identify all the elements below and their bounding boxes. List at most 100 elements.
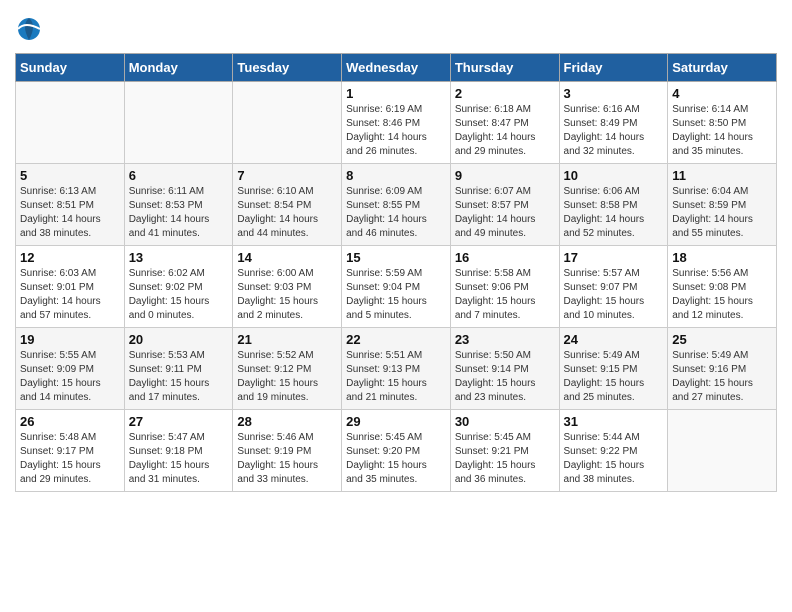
empty-cell: [668, 410, 777, 492]
day-cell-27: 27 Sunrise: 5:47 AM Sunset: 9:18 PM Dayli…: [124, 410, 233, 492]
logo-icon: [15, 15, 43, 43]
day-info: Sunrise: 5:53 AM Sunset: 9:11 PM Dayligh…: [129, 349, 229, 405]
day-cell-23: 23 Sunrise: 5:50 AM Sunset: 9:14 PM Dayli…: [450, 328, 559, 410]
day-cell-14: 14 Sunrise: 6:00 AM Sunset: 9:03 PM Dayli…: [233, 246, 342, 328]
day-number: 29: [346, 414, 446, 429]
day-number: 18: [672, 250, 772, 265]
day-number: 14: [237, 250, 337, 265]
empty-cell: [124, 82, 233, 164]
day-info: Sunrise: 6:09 AM Sunset: 8:55 PM Dayligh…: [346, 185, 446, 241]
day-info: Sunrise: 5:44 AM Sunset: 9:22 PM Dayligh…: [564, 431, 664, 487]
day-cell-5: 5 Sunrise: 6:13 AM Sunset: 8:51 PM Daylig…: [16, 164, 125, 246]
empty-cell: [16, 82, 125, 164]
day-number: 13: [129, 250, 229, 265]
day-info: Sunrise: 6:16 AM Sunset: 8:49 PM Dayligh…: [564, 103, 664, 159]
week-row-4: 19 Sunrise: 5:55 AM Sunset: 9:09 PM Dayli…: [16, 328, 777, 410]
day-info: Sunrise: 6:04 AM Sunset: 8:59 PM Dayligh…: [672, 185, 772, 241]
day-number: 10: [564, 168, 664, 183]
day-number: 21: [237, 332, 337, 347]
day-number: 19: [20, 332, 120, 347]
day-cell-24: 24Sunrise: 5:49 AM Sunset: 9:15 PM Dayli…: [559, 328, 668, 410]
day-info: Sunrise: 6:10 AM Sunset: 8:54 PM Dayligh…: [237, 185, 337, 241]
day-info: Sunrise: 6:03 AM Sunset: 9:01 PM Dayligh…: [20, 267, 120, 323]
weekday-header-sunday: Sunday: [16, 54, 125, 82]
day-cell-12: 12 Sunrise: 6:03 AM Sunset: 9:01 PM Dayli…: [16, 246, 125, 328]
day-cell-1: 1 Sunrise: 6:19 AM Sunset: 8:46 PM Daylig…: [342, 82, 451, 164]
day-number: 28: [237, 414, 337, 429]
day-info: Sunrise: 5:46 AM Sunset: 9:19 PM Dayligh…: [237, 431, 337, 487]
day-number: 27: [129, 414, 229, 429]
weekday-header-tuesday: Tuesday: [233, 54, 342, 82]
day-cell-21: 21 Sunrise: 5:52 AM Sunset: 9:12 PM Dayli…: [233, 328, 342, 410]
week-row-3: 12 Sunrise: 6:03 AM Sunset: 9:01 PM Dayli…: [16, 246, 777, 328]
day-cell-7: 7Sunrise: 6:10 AM Sunset: 8:54 PM Daylig…: [233, 164, 342, 246]
day-info: Sunrise: 5:58 AM Sunset: 9:06 PM Dayligh…: [455, 267, 555, 323]
day-number: 15: [346, 250, 446, 265]
day-cell-2: 2 Sunrise: 6:18 AM Sunset: 8:47 PM Daylig…: [450, 82, 559, 164]
day-info: Sunrise: 6:02 AM Sunset: 9:02 PM Dayligh…: [129, 267, 229, 323]
day-info: Sunrise: 6:11 AM Sunset: 8:53 PM Dayligh…: [129, 185, 229, 241]
day-number: 31: [564, 414, 664, 429]
day-number: 12: [20, 250, 120, 265]
day-info: Sunrise: 5:55 AM Sunset: 9:09 PM Dayligh…: [20, 349, 120, 405]
day-number: 1: [346, 86, 446, 101]
day-info: Sunrise: 5:52 AM Sunset: 9:12 PM Dayligh…: [237, 349, 337, 405]
day-info: Sunrise: 6:19 AM Sunset: 8:46 PM Dayligh…: [346, 103, 446, 159]
day-cell-16: 16 Sunrise: 5:58 AM Sunset: 9:06 PM Dayli…: [450, 246, 559, 328]
day-number: 9: [455, 168, 555, 183]
day-number: 23: [455, 332, 555, 347]
day-info: Sunrise: 5:47 AM Sunset: 9:18 PM Dayligh…: [129, 431, 229, 487]
day-number: 30: [455, 414, 555, 429]
day-cell-29: 29 Sunrise: 5:45 AM Sunset: 9:20 PM Dayli…: [342, 410, 451, 492]
day-cell-6: 6 Sunrise: 6:11 AM Sunset: 8:53 PM Daylig…: [124, 164, 233, 246]
day-number: 3: [564, 86, 664, 101]
weekday-header-friday: Friday: [559, 54, 668, 82]
day-info: Sunrise: 6:13 AM Sunset: 8:51 PM Dayligh…: [20, 185, 120, 241]
day-number: 11: [672, 168, 772, 183]
day-info: Sunrise: 5:56 AM Sunset: 9:08 PM Dayligh…: [672, 267, 772, 323]
day-cell-13: 13 Sunrise: 6:02 AM Sunset: 9:02 PM Dayli…: [124, 246, 233, 328]
day-number: 20: [129, 332, 229, 347]
day-cell-28: 28 Sunrise: 5:46 AM Sunset: 9:19 PM Dayli…: [233, 410, 342, 492]
week-row-5: 26 Sunrise: 5:48 AM Sunset: 9:17 PM Dayli…: [16, 410, 777, 492]
day-info: Sunrise: 6:18 AM Sunset: 8:47 PM Dayligh…: [455, 103, 555, 159]
day-number: 5: [20, 168, 120, 183]
day-number: 6: [129, 168, 229, 183]
day-info: Sunrise: 5:45 AM Sunset: 9:21 PM Dayligh…: [455, 431, 555, 487]
day-cell-11: 11 Sunrise: 6:04 AM Sunset: 8:59 PM Dayli…: [668, 164, 777, 246]
day-cell-4: 4Sunrise: 6:14 AM Sunset: 8:50 PM Daylig…: [668, 82, 777, 164]
day-cell-20: 20 Sunrise: 5:53 AM Sunset: 9:11 PM Dayli…: [124, 328, 233, 410]
day-info: Sunrise: 5:48 AM Sunset: 9:17 PM Dayligh…: [20, 431, 120, 487]
empty-cell: [233, 82, 342, 164]
day-info: Sunrise: 6:14 AM Sunset: 8:50 PM Dayligh…: [672, 103, 772, 159]
day-info: Sunrise: 6:07 AM Sunset: 8:57 PM Dayligh…: [455, 185, 555, 241]
weekday-header-monday: Monday: [124, 54, 233, 82]
day-number: 25: [672, 332, 772, 347]
weekday-header-wednesday: Wednesday: [342, 54, 451, 82]
day-cell-10: 10Sunrise: 6:06 AM Sunset: 8:58 PM Dayli…: [559, 164, 668, 246]
weekday-header-saturday: Saturday: [668, 54, 777, 82]
day-cell-19: 19 Sunrise: 5:55 AM Sunset: 9:09 PM Dayli…: [16, 328, 125, 410]
day-number: 26: [20, 414, 120, 429]
day-number: 17: [564, 250, 664, 265]
day-number: 2: [455, 86, 555, 101]
page-container: SundayMondayTuesdayWednesdayThursdayFrid…: [0, 0, 792, 502]
day-info: Sunrise: 5:59 AM Sunset: 9:04 PM Dayligh…: [346, 267, 446, 323]
day-number: 16: [455, 250, 555, 265]
day-cell-30: 30 Sunrise: 5:45 AM Sunset: 9:21 PM Dayli…: [450, 410, 559, 492]
day-info: Sunrise: 5:49 AM Sunset: 9:15 PM Dayligh…: [564, 349, 664, 405]
day-info: Sunrise: 5:45 AM Sunset: 9:20 PM Dayligh…: [346, 431, 446, 487]
day-cell-31: 31 Sunrise: 5:44 AM Sunset: 9:22 PM Dayli…: [559, 410, 668, 492]
calendar-table: SundayMondayTuesdayWednesdayThursdayFrid…: [15, 53, 777, 492]
day-cell-3: 3 Sunrise: 6:16 AM Sunset: 8:49 PM Daylig…: [559, 82, 668, 164]
day-number: 8: [346, 168, 446, 183]
day-cell-17: 17 Sunrise: 5:57 AM Sunset: 9:07 PM Dayli…: [559, 246, 668, 328]
day-info: Sunrise: 5:51 AM Sunset: 9:13 PM Dayligh…: [346, 349, 446, 405]
day-info: Sunrise: 5:50 AM Sunset: 9:14 PM Dayligh…: [455, 349, 555, 405]
day-info: Sunrise: 6:00 AM Sunset: 9:03 PM Dayligh…: [237, 267, 337, 323]
weekday-header-row: SundayMondayTuesdayWednesdayThursdayFrid…: [16, 54, 777, 82]
header: [15, 15, 777, 43]
day-info: Sunrise: 5:57 AM Sunset: 9:07 PM Dayligh…: [564, 267, 664, 323]
week-row-2: 5 Sunrise: 6:13 AM Sunset: 8:51 PM Daylig…: [16, 164, 777, 246]
day-cell-22: 22Sunrise: 5:51 AM Sunset: 9:13 PM Dayli…: [342, 328, 451, 410]
